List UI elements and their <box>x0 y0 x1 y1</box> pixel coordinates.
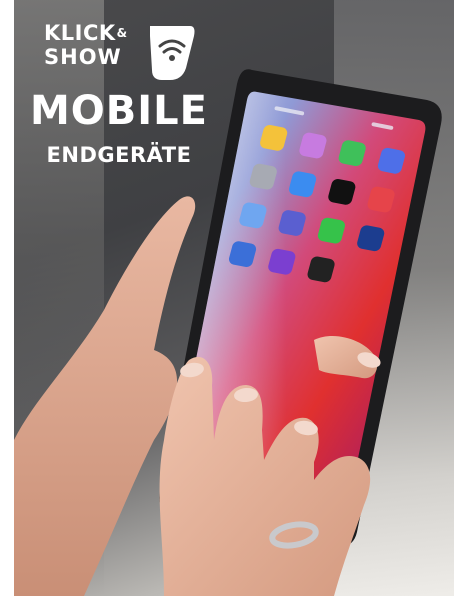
logo-klick: KLICK <box>44 21 116 45</box>
klick-show-logo: KLICK& SHOW <box>44 22 199 82</box>
wifi-badge-icon <box>150 26 195 80</box>
hands <box>14 196 381 596</box>
logo-wordmark: KLICK& SHOW <box>44 22 127 68</box>
logo-ampersand: & <box>116 26 128 40</box>
photo-frame: KLICK& SHOW MOBILE ENDGERÄTE <box>14 0 454 596</box>
headline-title: MOBILE <box>30 88 208 134</box>
headline-subtitle: ENDGERÄTE <box>46 143 192 167</box>
logo-show: SHOW <box>44 45 122 69</box>
